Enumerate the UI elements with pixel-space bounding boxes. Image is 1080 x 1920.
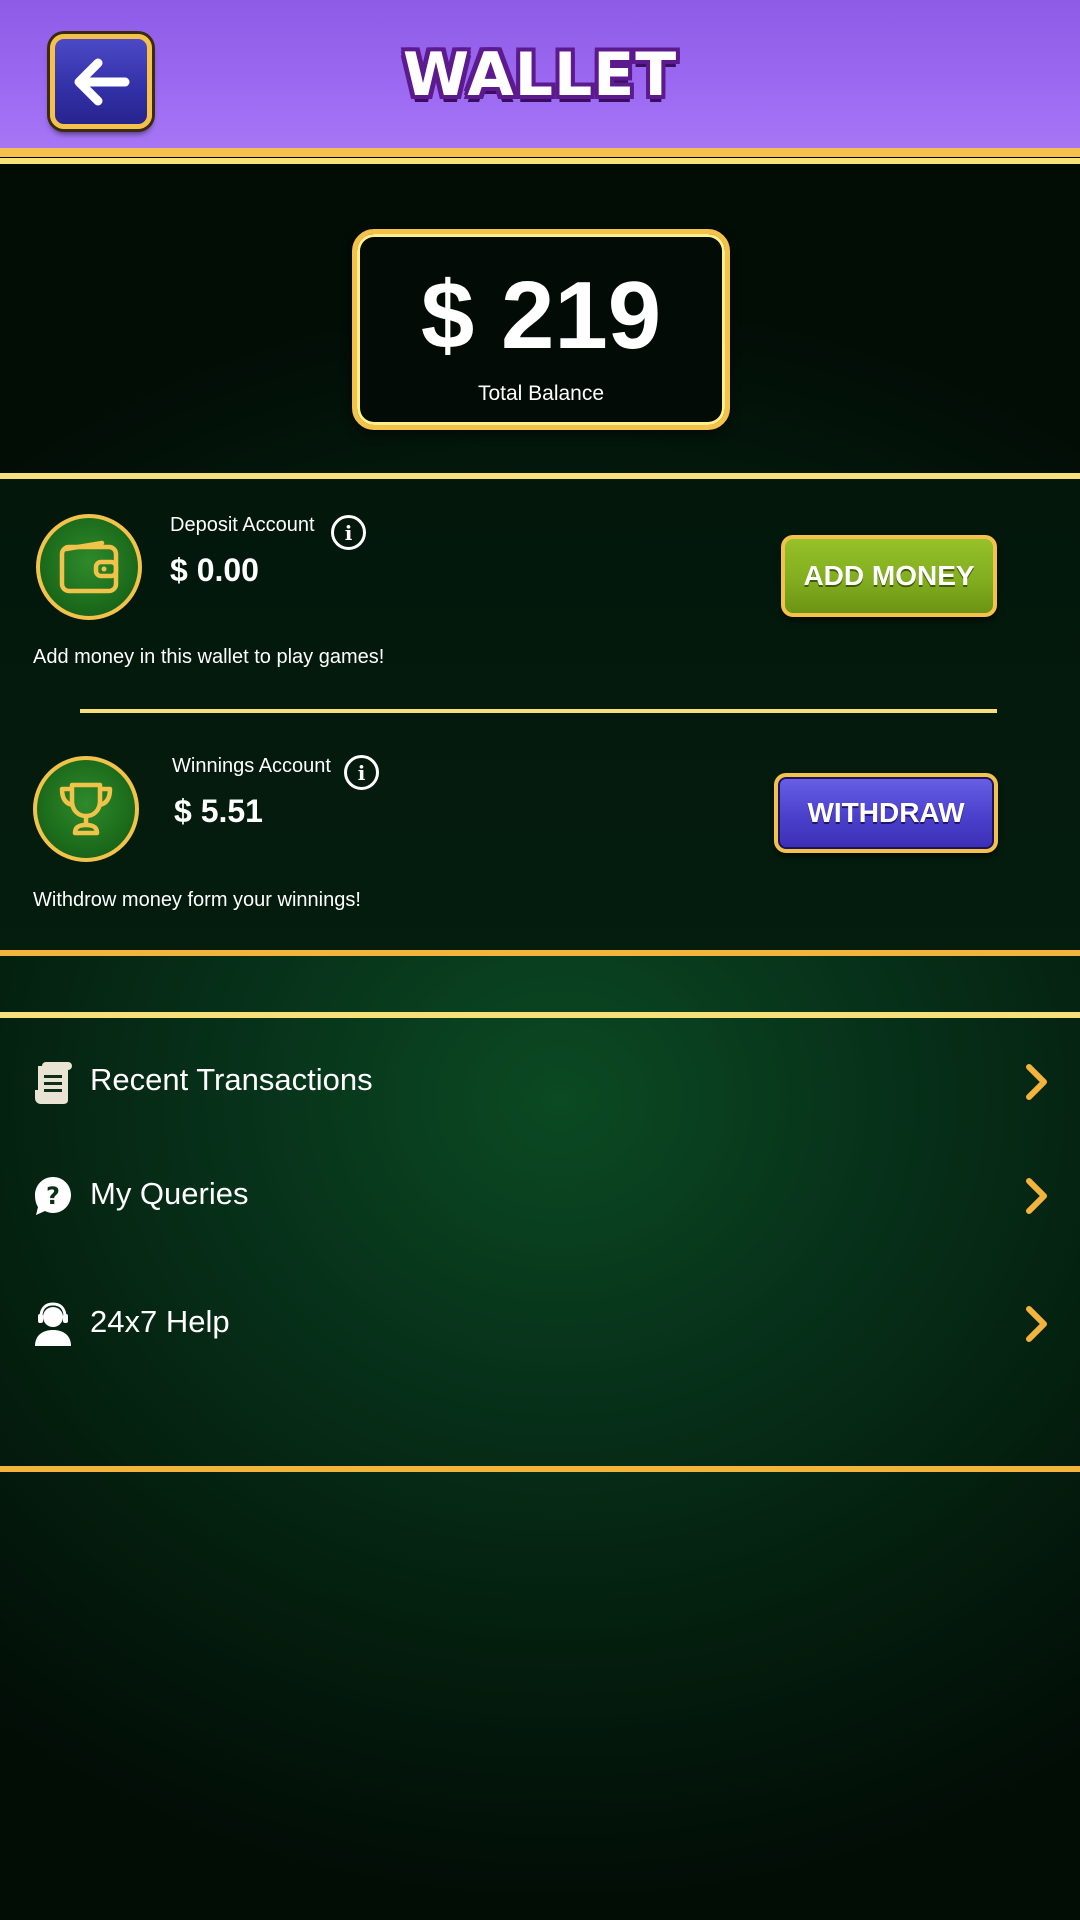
arrow-left-icon	[74, 58, 130, 105]
winnings-account-label: Winnings Account	[172, 755, 331, 777]
trophy-icon	[59, 782, 113, 836]
chevron-right-icon	[1026, 1178, 1047, 1214]
menu-item-label: Recent Transactions	[90, 1062, 373, 1097]
receipt-icon	[35, 1062, 72, 1104]
withdraw-button[interactable]: WITHDRAW	[774, 773, 998, 853]
total-balance-label: Total Balance	[477, 382, 605, 405]
top-bar: WALLET	[0, 0, 1080, 164]
chevron-right-icon	[1026, 1064, 1047, 1100]
wallet-icon	[59, 540, 119, 594]
question-bubble-icon: ?	[35, 1177, 71, 1215]
winnings-info-icon[interactable]: i	[344, 755, 379, 790]
divider	[0, 1012, 1080, 1018]
deposit-account-icon	[36, 514, 142, 620]
add-money-button[interactable]: ADD MONEY	[781, 535, 997, 617]
menu-item-24x7-help[interactable]: 24x7 Help	[0, 1282, 1080, 1372]
deposit-account-amount: $ 0.00	[170, 552, 259, 588]
accounts-divider	[80, 709, 997, 713]
menu-item-label: My Queries	[90, 1176, 249, 1211]
back-button[interactable]	[50, 34, 152, 129]
svg-text:?: ?	[46, 1182, 60, 1210]
deposit-description: Add money in this wallet to play games!	[33, 646, 385, 668]
menu-item-recent-transactions[interactable]: Recent Transactions	[0, 1040, 1080, 1130]
divider	[0, 1466, 1080, 1472]
total-balance-card: $ 219 Total Balance	[352, 229, 730, 430]
total-balance-amount: $ 219	[420, 262, 662, 369]
winnings-account-icon	[33, 756, 139, 862]
deposit-account-label: Deposit Account	[170, 514, 315, 536]
menu-item-label: 24x7 Help	[90, 1304, 230, 1339]
chevron-right-icon	[1026, 1306, 1047, 1342]
winnings-description: Withdrow money form your winnings!	[33, 889, 361, 911]
divider	[0, 950, 1080, 956]
support-agent-icon	[35, 1302, 71, 1346]
winnings-account-amount: $ 5.51	[174, 793, 263, 829]
deposit-info-icon[interactable]: i	[331, 515, 366, 550]
menu-item-my-queries[interactable]: ? My Queries	[0, 1154, 1080, 1244]
page-title: WALLET	[402, 40, 678, 110]
